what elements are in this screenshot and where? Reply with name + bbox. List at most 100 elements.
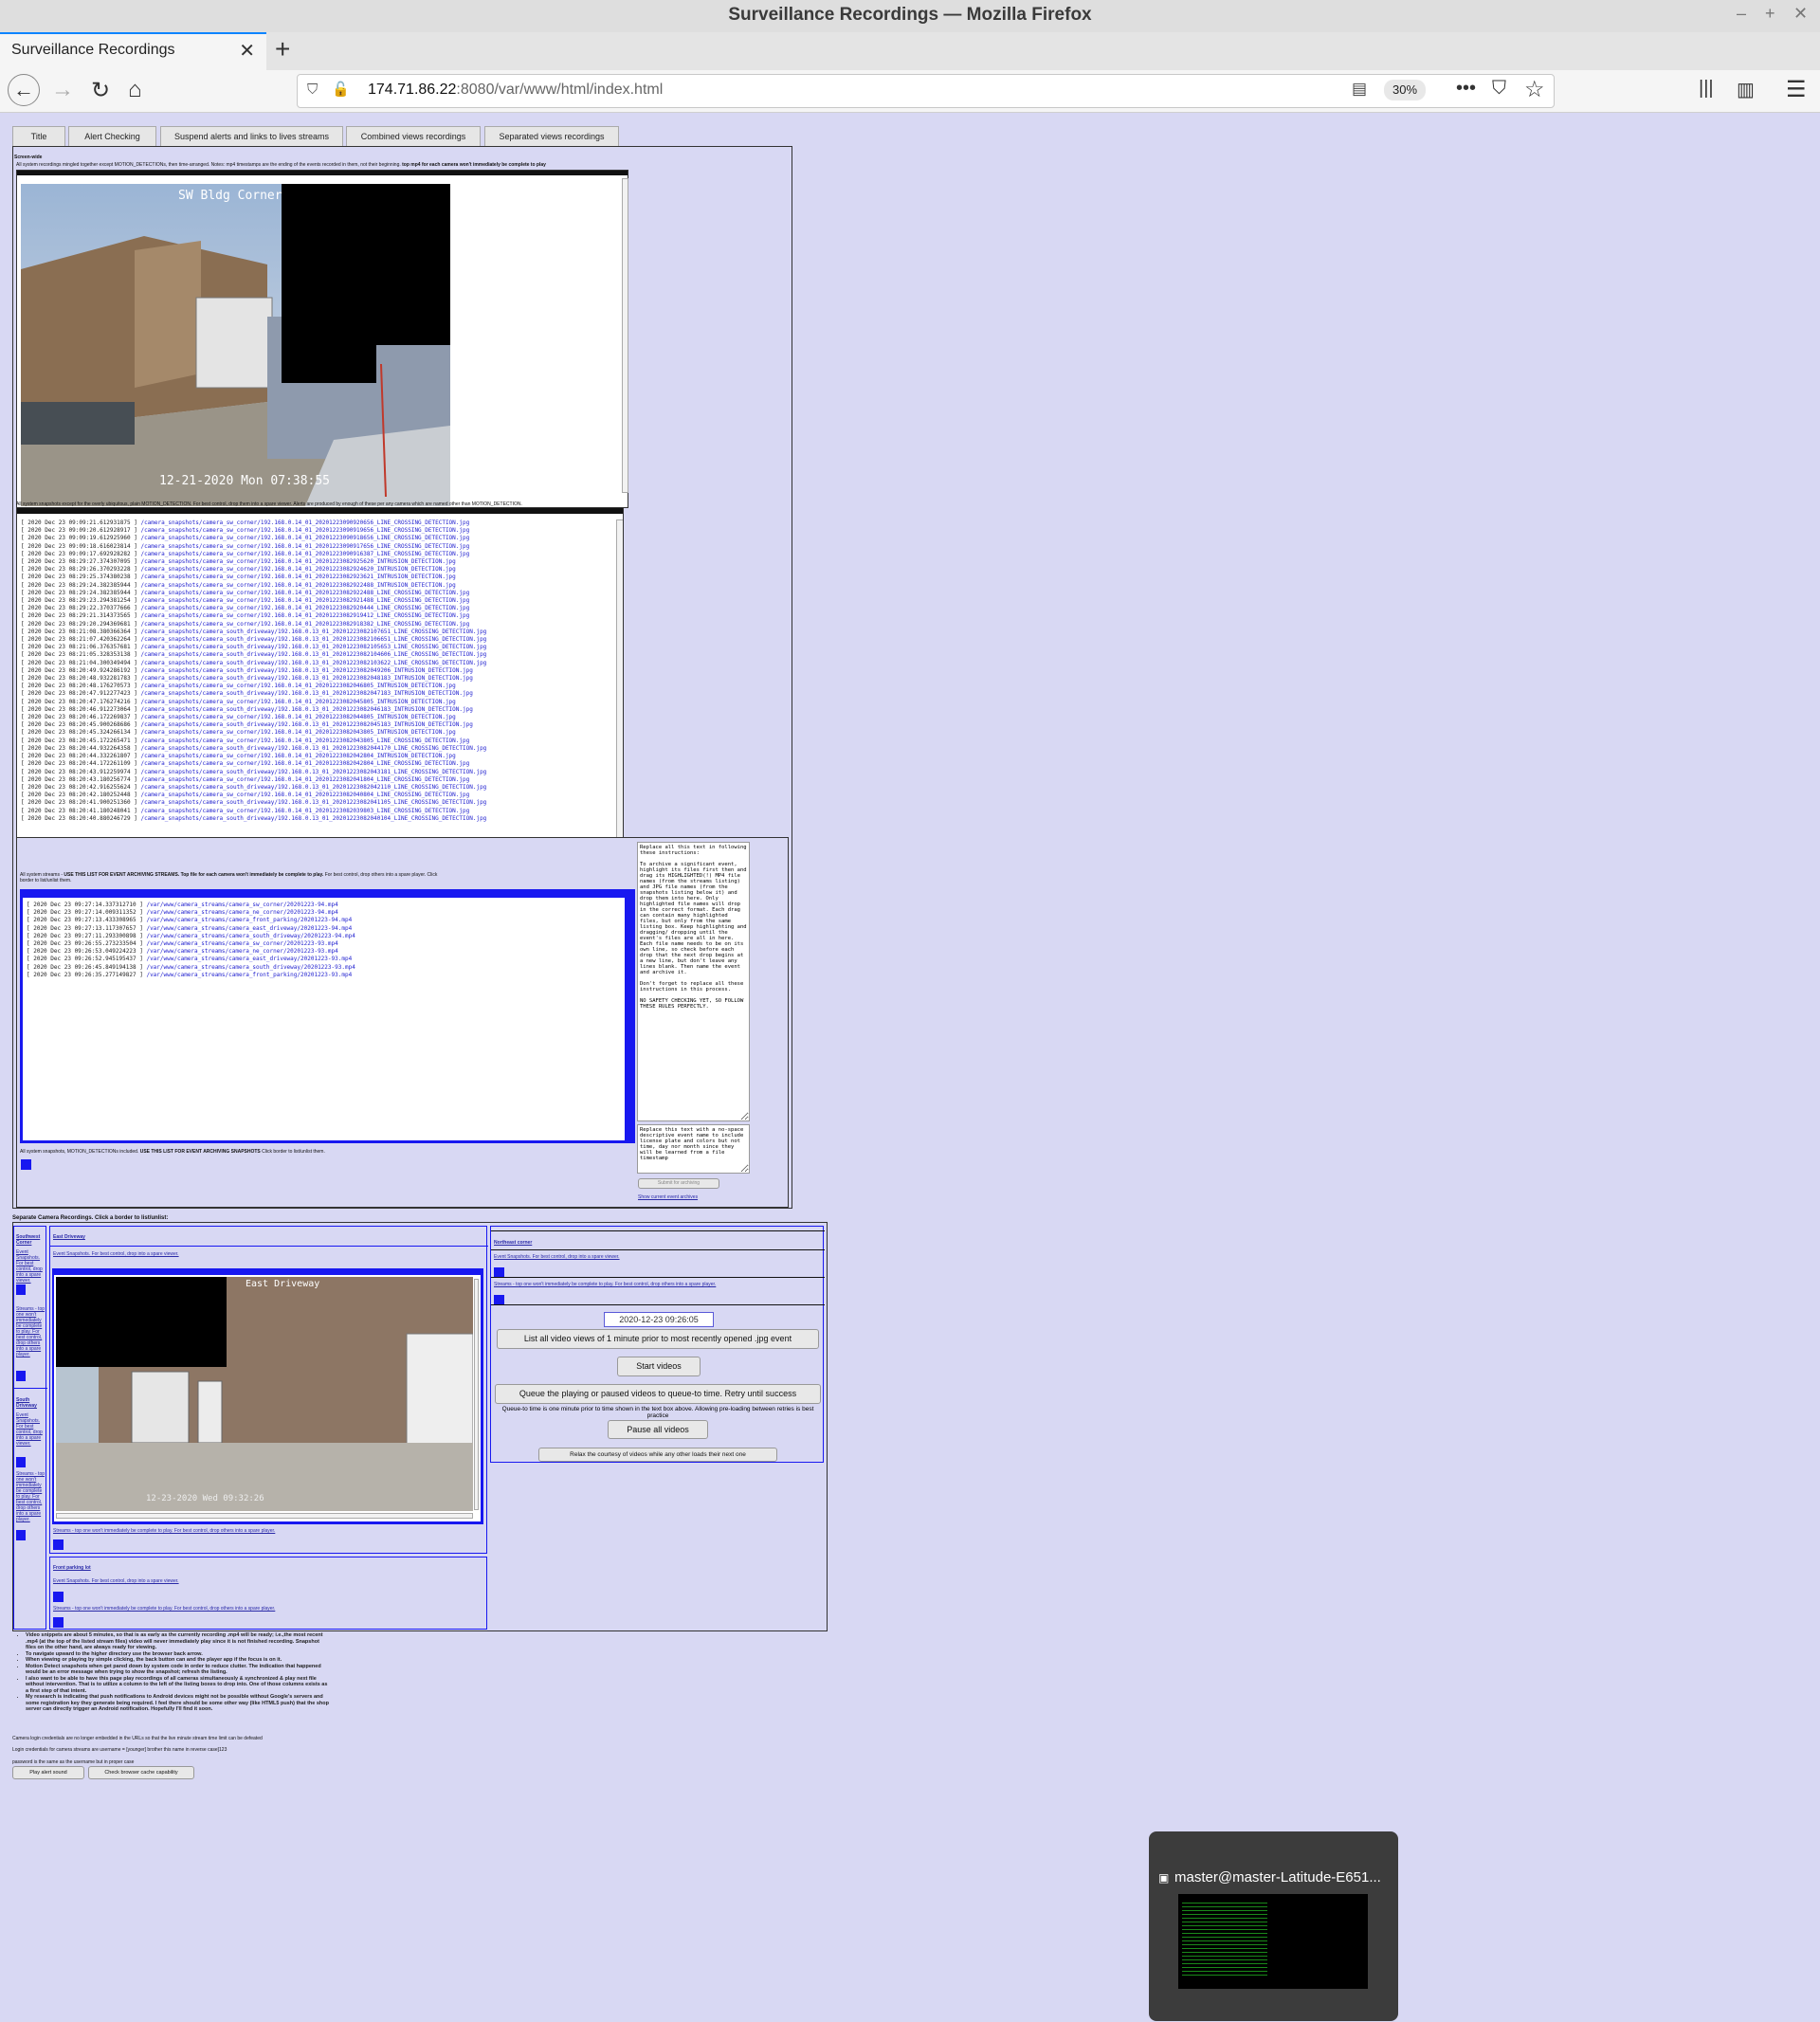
start-videos-button[interactable]: Start videos [617, 1357, 701, 1376]
close-tab-icon[interactable]: ✕ [239, 39, 255, 63]
snapshot-file-link[interactable]: /camera_snapshots/camera_south_driveway/… [140, 667, 472, 674]
east-video-player[interactable]: East Driveway 12-23-2020 Wed 09:32:26 [52, 1268, 483, 1524]
page-tab-suspend-alerts[interactable]: Suspend alerts and links to lives stream… [160, 126, 343, 147]
insecure-lock-icon[interactable]: 🔓 [332, 81, 350, 98]
page-tab-title[interactable]: Title [12, 126, 65, 147]
combined-video-player[interactable]: SW Bldg Corner 12-21-2020 Mon 07:38:55 [16, 170, 628, 508]
snapshot-file-link[interactable]: /camera_snapshots/camera_south_driveway/… [140, 690, 472, 697]
front-snap-drop[interactable] [53, 1592, 64, 1602]
relax-courtesy-button[interactable]: Relax the courtesy of videos while any o… [538, 1448, 777, 1462]
sidebar-icon[interactable]: ▥ [1737, 78, 1755, 101]
snapshot-file-link[interactable]: /camera_snapshots/camera_sw_corner/192.1… [140, 808, 469, 814]
snapshot-file-link[interactable]: /camera_snapshots/camera_sw_corner/192.1… [140, 753, 455, 759]
snapshot-file-link[interactable]: /camera_snapshots/camera_south_driveway/… [140, 706, 472, 713]
snapshots-drop-box[interactable] [21, 1159, 31, 1170]
reader-view-icon[interactable]: ▤ [1352, 80, 1367, 99]
check-cache-button[interactable]: Check browser cache capability [88, 1766, 194, 1779]
play-alert-sound-button[interactable]: Play alert sound [12, 1766, 84, 1779]
east-driveway-link[interactable]: East Driveway [53, 1234, 85, 1240]
maximize-icon[interactable]: + [1765, 4, 1775, 24]
close-window-icon[interactable]: ✕ [1793, 4, 1808, 24]
zoom-level[interactable]: 30% [1384, 80, 1426, 100]
stream-file-link[interactable]: /var/www/camera_streams/camera_sw_corner… [146, 902, 337, 908]
snapshot-file-link[interactable]: /camera_snapshots/camera_south_driveway/… [140, 675, 472, 682]
northeast-panel[interactable]: Northeast corner Event Snapshots. For be… [490, 1226, 825, 1463]
east-video-hscroll[interactable] [56, 1513, 473, 1519]
streams-list-box[interactable]: [ 2020 Dec 23 09:27:14.337312710 ] /var/… [20, 889, 635, 1143]
stream-file-link[interactable]: /var/www/camera_streams/camera_ne_corner… [146, 909, 337, 916]
snapshot-file-link[interactable]: /camera_snapshots/camera_south_driveway/… [140, 721, 472, 728]
url-text[interactable]: 174.71.86.22:8080/var/www/html/index.htm… [368, 82, 663, 99]
snapshot-file-link[interactable]: /camera_snapshots/camera_south_driveway/… [140, 660, 486, 666]
south-snapshots-link[interactable]: Event Snapshots. For best control, drop … [16, 1412, 45, 1447]
stream-file-link[interactable]: /var/www/camera_streams/camera_east_driv… [146, 925, 352, 932]
queue-videos-button[interactable]: Queue the playing or paused videos to qu… [495, 1384, 821, 1404]
address-bar[interactable]: ⛉ 🔓 174.71.86.22:8080/var/www/html/index… [297, 74, 1555, 108]
snapshot-file-link[interactable]: /camera_snapshots/camera_sw_corner/192.1… [140, 776, 469, 783]
snapshot-file-link[interactable]: /camera_snapshots/camera_sw_corner/192.1… [140, 738, 469, 744]
snapshot-file-link[interactable]: /camera_snapshots/camera_sw_corner/192.1… [140, 543, 469, 550]
snapshot-file-link[interactable]: /camera_snapshots/camera_sw_corner/192.1… [140, 683, 455, 689]
snapshot-file-link[interactable]: /camera_snapshots/camera_sw_corner/192.1… [140, 535, 469, 541]
terminal-thumbnail[interactable] [1178, 1894, 1368, 1989]
page-tab-combined-views[interactable]: Combined views recordings [346, 126, 481, 147]
snapshot-file-link[interactable]: /camera_snapshots/camera_south_driveway/… [140, 745, 486, 752]
snapshot-file-link[interactable]: /camera_snapshots/camera_sw_corner/192.1… [140, 566, 455, 573]
snapshot-file-link[interactable]: /camera_snapshots/camera_south_driveway/… [140, 769, 486, 775]
snapshot-file-link[interactable]: /camera_snapshots/camera_sw_corner/192.1… [140, 612, 469, 619]
stream-file-link[interactable]: /var/www/camera_streams/camera_ne_corner… [146, 948, 337, 955]
snapshot-file-link[interactable]: /camera_snapshots/camera_sw_corner/192.1… [140, 714, 455, 720]
east-stream-drop[interactable] [53, 1539, 64, 1550]
front-parking-panel[interactable]: Front parking lot Event Snapshots. For b… [49, 1557, 487, 1630]
snapshot-file-link[interactable]: /camera_snapshots/camera_south_driveway/… [140, 815, 486, 822]
snapshot-file-link[interactable]: /camera_snapshots/camera_sw_corner/192.1… [140, 519, 469, 526]
snapshot-file-link[interactable]: /camera_snapshots/camera_sw_corner/192.1… [140, 597, 469, 604]
archive-file-list-textarea[interactable]: Replace all this text in following these… [637, 842, 750, 1121]
southwest-column[interactable]: Southwest Corner Event Snapshots. For be… [13, 1226, 47, 1630]
show-archives-link[interactable]: Show current event archives [638, 1194, 698, 1200]
southwest-corner-link[interactable]: Southwest Corner [16, 1234, 45, 1246]
minimize-icon[interactable]: – [1737, 4, 1746, 24]
stream-file-link[interactable]: /var/www/camera_streams/camera_south_dri… [146, 933, 355, 939]
snapshot-file-link[interactable]: /camera_snapshots/camera_sw_corner/192.1… [140, 729, 455, 736]
east-driveway-panel[interactable]: East Driveway Event Snapshots. For best … [49, 1226, 488, 1554]
snapshot-file-link[interactable]: /camera_snapshots/camera_sw_corner/192.1… [140, 699, 455, 705]
snapshot-file-link[interactable]: /camera_snapshots/camera_south_driveway/… [140, 784, 486, 791]
northeast-snapshots-link[interactable]: Event Snapshots. For best control, drop … [494, 1254, 620, 1260]
south-streams-link[interactable]: Streams - top one won't immediately be c… [16, 1471, 45, 1522]
queue-time-input[interactable] [604, 1312, 714, 1327]
snapshot-file-link[interactable]: /camera_snapshots/camera_south_driveway/… [140, 799, 486, 806]
snapshot-file-link[interactable]: /camera_snapshots/camera_sw_corner/192.1… [140, 574, 455, 580]
snapshot-file-link[interactable]: /camera_snapshots/camera_sw_corner/192.1… [140, 621, 469, 628]
page-tab-alert-checking[interactable]: Alert Checking [68, 126, 156, 147]
shield-icon[interactable]: ⛉ [307, 82, 318, 98]
page-actions-icon[interactable]: ••• [1456, 78, 1476, 100]
northeast-corner-link[interactable]: Northeast corner [494, 1240, 532, 1246]
pause-all-videos-button[interactable]: Pause all videos [608, 1420, 708, 1439]
snapshot-file-link[interactable]: /camera_snapshots/camera_sw_corner/192.1… [140, 527, 469, 534]
northeast-streams-link[interactable]: Streams - top one won't immediately be c… [494, 1282, 716, 1287]
snapshot-file-link[interactable]: /camera_snapshots/camera_sw_corner/192.1… [140, 605, 469, 611]
terminal-preview-popup[interactable]: ▣ master@master-Latitude-E651... [1149, 1831, 1398, 2021]
front-stream-drop[interactable] [53, 1617, 64, 1628]
south-snap-drop[interactable] [16, 1457, 26, 1467]
snapshot-file-link[interactable]: /camera_snapshots/camera_sw_corner/192.1… [140, 551, 469, 557]
home-icon[interactable]: ⌂ [128, 77, 142, 103]
southwest-stream-drop[interactable] [16, 1371, 26, 1381]
reload-icon[interactable]: ↻ [91, 77, 110, 104]
video-scrollbar[interactable] [622, 178, 628, 493]
snapshot-file-link[interactable]: /camera_snapshots/camera_south_driveway/… [140, 651, 486, 658]
east-streams-link[interactable]: Streams - top one won't immediately be c… [53, 1528, 275, 1534]
snapshot-listing[interactable]: [ 2020 Dec 23 09:09:21.612931875 ] /came… [16, 507, 624, 839]
camera-feed-sw-corner[interactable]: SW Bldg Corner 12-21-2020 Mon 07:38:55 [21, 184, 450, 506]
front-snapshots-link[interactable]: Event Snapshots. For best control, drop … [53, 1578, 179, 1584]
stream-file-link[interactable]: /var/www/camera_streams/camera_front_par… [146, 917, 352, 923]
stream-file-link[interactable]: /var/www/camera_streams/camera_south_dri… [146, 964, 355, 971]
front-parking-link[interactable]: Front parking lot [53, 1565, 91, 1571]
southwest-snap-drop[interactable] [16, 1284, 26, 1295]
stream-file-link[interactable]: /var/www/camera_streams/camera_east_driv… [146, 956, 352, 962]
new-tab-icon[interactable]: + [275, 34, 290, 64]
snapshot-file-link[interactable]: /camera_snapshots/camera_sw_corner/192.1… [140, 760, 469, 767]
stream-file-link[interactable]: /var/www/camera_streams/camera_sw_corner… [146, 940, 337, 947]
snapshot-file-link[interactable]: /camera_snapshots/camera_south_driveway/… [140, 628, 486, 635]
